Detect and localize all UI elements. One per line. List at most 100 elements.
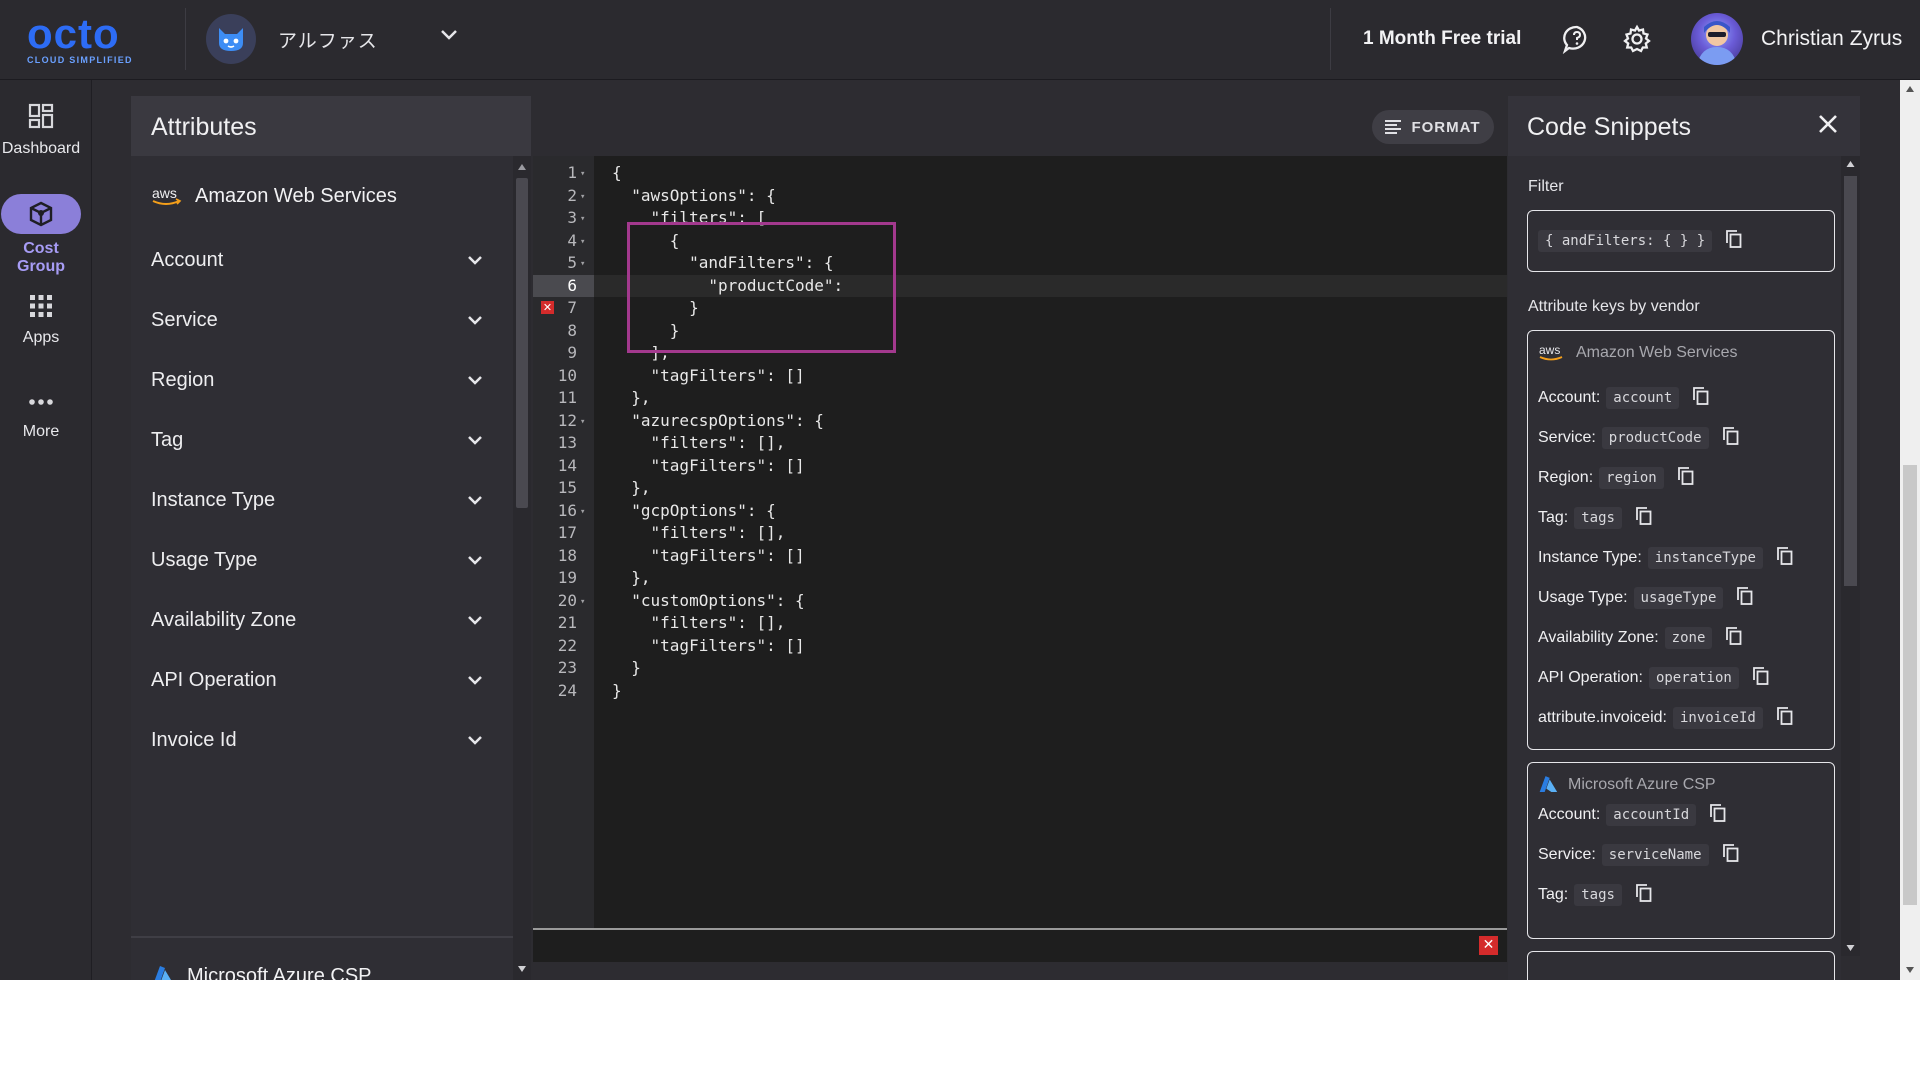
format-button[interactable]: FORMAT [1372,110,1494,144]
octo-logo[interactable]: octo CLOUD SIMPLIFIED [27,10,149,66]
code-line[interactable]: } [612,657,641,679]
copy-icon[interactable] [1776,706,1793,730]
code-line[interactable]: "filters": [], [612,432,786,454]
chevron-down-icon[interactable] [467,673,483,691]
scroll-down-icon[interactable] [1906,967,1914,973]
attribute-dropdown[interactable]: Service [151,301,513,341]
snippets-scroll-thumb[interactable] [1844,176,1857,586]
line-number: 12 [557,410,577,430]
attribute-key-code: invoiceId [1672,707,1763,729]
copy-icon[interactable] [1752,666,1769,690]
logo-wordmark: octo [27,10,120,57]
copy-icon[interactable] [1636,506,1652,530]
annotation-highlight-box [627,222,896,353]
chevron-down-icon[interactable] [467,493,483,511]
tenant-name[interactable]: アルファス [278,26,378,53]
attribute-key-label: Instance Type: [1538,549,1642,566]
code-line[interactable]: "azurecspOptions": { [612,410,824,432]
tenant-avatar-icon[interactable] [206,14,256,64]
line-number: 18 [557,545,577,565]
nav-dashboard[interactable]: Dashboard [0,103,82,158]
copy-icon[interactable] [1693,386,1709,410]
code-line[interactable]: "tagFilters": [] [612,365,805,387]
fold-toggle-icon[interactable]: ▾ [580,208,585,230]
attributes-scroll-thumb[interactable] [516,178,528,508]
user-name[interactable]: Christian Zyrus [1761,27,1902,51]
attributes-scrollbar[interactable] [513,156,531,980]
chevron-down-icon[interactable] [467,433,483,451]
copy-icon[interactable] [1777,546,1793,570]
attribute-dropdown[interactable]: Region [151,361,513,401]
fold-toggle-icon[interactable]: ▾ [580,186,585,208]
chevron-down-icon[interactable] [467,733,483,751]
nav-label-more: More [22,423,60,440]
code-line[interactable]: "awsOptions": { [612,185,776,207]
fold-toggle-icon[interactable]: ▾ [580,411,585,433]
code-line[interactable]: "tagFilters": [] [612,545,805,567]
scroll-down-icon[interactable] [1846,945,1855,951]
page-scrollbar[interactable] [1900,80,1920,980]
feedback-chat-icon[interactable] [1560,22,1594,56]
code-line[interactable]: "gcpOptions": { [612,500,776,522]
code-line[interactable]: "filters": [], [612,612,786,634]
chevron-down-icon[interactable] [467,373,483,391]
fold-toggle-icon[interactable]: ▾ [580,501,585,523]
code-line[interactable]: "tagFilters": [] [612,455,805,477]
chevron-down-icon[interactable] [467,253,483,271]
copy-icon[interactable] [1737,586,1753,610]
attribute-key-code: productCode [1601,427,1709,449]
copy-icon[interactable] [1722,843,1739,867]
code-line[interactable]: } [612,680,622,702]
fold-toggle-icon[interactable]: ▾ [580,231,585,253]
attribute-dropdown[interactable]: Tag [151,421,513,461]
line-number: 4 [567,230,577,250]
chevron-down-icon[interactable] [467,313,483,331]
chevron-down-icon[interactable] [467,553,483,571]
attribute-dropdown[interactable]: API Operation [151,661,513,701]
copy-icon[interactable] [1726,626,1742,650]
scroll-up-icon[interactable] [1906,86,1914,92]
code-line[interactable]: "customOptions": { [612,590,804,612]
attribute-dropdown[interactable]: Availability Zone [151,601,513,641]
azure-card-vendor: Microsoft Azure CSP [1538,775,1716,794]
close-icon[interactable] [1814,110,1842,143]
copy-icon[interactable] [1722,426,1739,450]
code-line[interactable]: }, [612,567,650,589]
scroll-up-icon[interactable] [518,164,526,170]
tenant-chevron-down-icon[interactable] [440,28,458,46]
copy-icon[interactable] [1726,229,1742,253]
attribute-key-label: API Operation: [1538,669,1643,686]
fold-toggle-icon[interactable]: ▾ [580,253,585,275]
settings-gear-icon[interactable] [1620,22,1654,56]
nav-apps[interactable]: Apps [0,294,82,347]
fold-toggle-icon[interactable]: ▾ [580,163,585,185]
fold-toggle-icon[interactable]: ▾ [580,591,585,613]
attribute-dropdown[interactable]: Account [151,241,513,281]
snippets-scrollbar[interactable] [1841,156,1860,956]
page-scroll-thumb[interactable] [1903,465,1917,905]
attribute-key-code: region [1599,467,1664,489]
nav-more[interactable]: More [0,392,82,441]
code-line[interactable]: { [612,162,622,184]
user-avatar[interactable] [1691,13,1743,65]
code-line[interactable]: }, [612,387,650,409]
attribute-dropdown[interactable]: Instance Type [151,481,513,521]
attribute-dropdown[interactable]: Usage Type [151,541,513,581]
line-number: 15 [557,478,577,497]
chevron-down-icon[interactable] [467,613,483,631]
top-bar: octo CLOUD SIMPLIFIED アルファス 1 Month Free… [0,0,1920,80]
scroll-down-icon[interactable] [518,966,526,972]
vendor-aws: aws Amazon Web Services [151,176,397,216]
nav-cost-group[interactable]: Cost Group [0,194,82,276]
copy-icon[interactable] [1677,466,1694,490]
code-line[interactable]: }, [612,477,650,499]
error-indicator-icon[interactable]: ✕ [1479,936,1498,955]
attribute-dropdown[interactable]: Invoice Id [151,721,513,761]
scroll-up-icon[interactable] [1846,161,1855,167]
code-line[interactable]: "tagFilters": [] [612,635,805,657]
attribute-label: Region [151,369,215,391]
free-trial-link[interactable]: 1 Month Free trial [1363,28,1521,50]
copy-icon[interactable] [1636,883,1652,907]
copy-icon[interactable] [1710,803,1726,827]
code-line[interactable]: "filters": [], [612,522,786,544]
